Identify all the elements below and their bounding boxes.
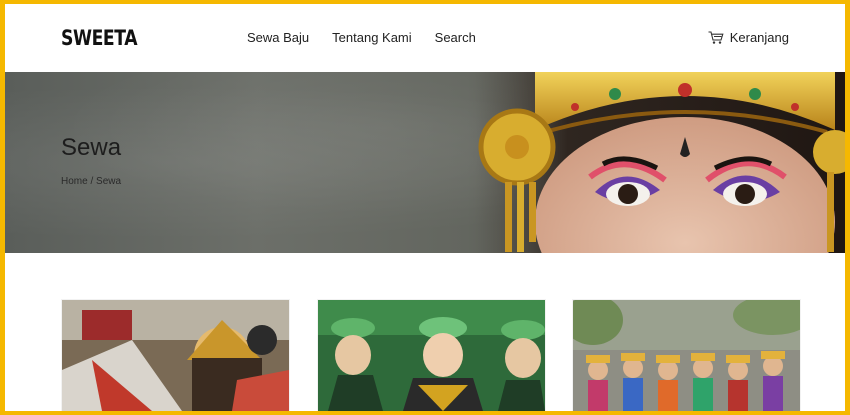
product-grid — [62, 300, 802, 411]
shopping-cart-icon — [708, 30, 724, 45]
nav-sewa-baju[interactable]: Sewa Baju — [247, 30, 309, 45]
product-image-3 — [573, 300, 800, 411]
site-header: SWEETA Sewa Baju Tentang Kami Search Ker… — [5, 4, 845, 72]
breadcrumb-current: Sewa — [96, 176, 122, 187]
breadcrumb-separator: / — [87, 176, 97, 187]
breadcrumb: Home / Sewa — [61, 176, 121, 187]
site-logo[interactable]: SWEETA — [61, 26, 138, 50]
hero-dancer-image — [475, 72, 845, 253]
nav-search[interactable]: Search — [435, 30, 476, 45]
cart-link[interactable]: Keranjang — [708, 30, 789, 45]
product-card-1[interactable] — [62, 300, 289, 411]
hero-banner: Sewa Home / Sewa — [5, 72, 845, 253]
main-nav: Sewa Baju Tentang Kami Search — [247, 30, 476, 45]
page-title: Sewa — [61, 134, 122, 161]
breadcrumb-home[interactable]: Home — [61, 176, 88, 187]
page-frame: SWEETA Sewa Baju Tentang Kami Search Ker… — [5, 4, 845, 411]
cart-label: Keranjang — [729, 30, 789, 45]
product-image-1 — [62, 300, 289, 411]
product-image-2 — [318, 300, 545, 411]
product-card-3[interactable] — [573, 300, 800, 411]
nav-tentang-kami[interactable]: Tentang Kami — [332, 30, 412, 45]
product-card-2[interactable] — [318, 300, 545, 411]
